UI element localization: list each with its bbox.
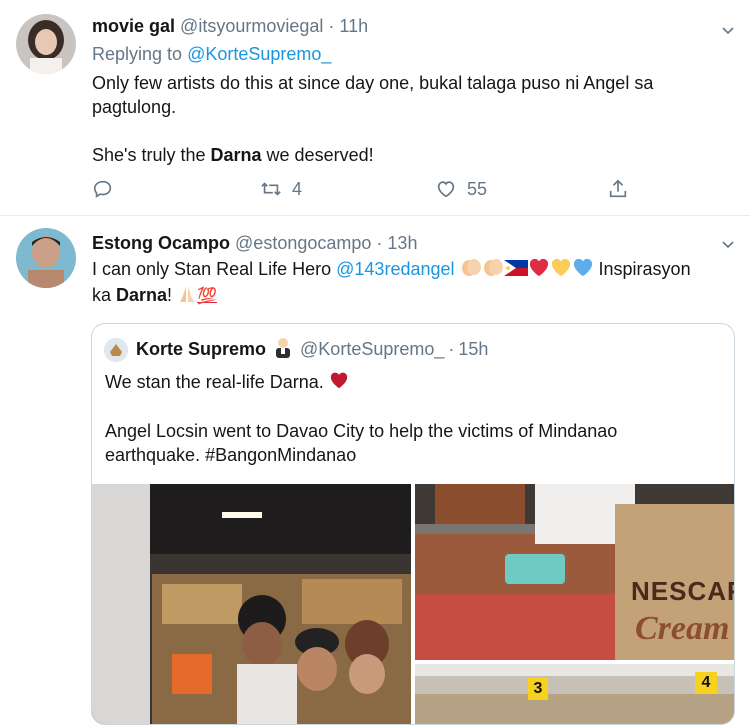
avatar[interactable] [16, 228, 76, 288]
reply-button[interactable] [92, 178, 114, 200]
bold-darna: Darna [210, 145, 262, 165]
folded-hands-icon [177, 284, 197, 310]
handle[interactable]: @itsyourmoviegal [180, 16, 323, 36]
retweet-count: 4 [292, 178, 303, 199]
display-name[interactable]: Estong Ocampo [92, 233, 230, 253]
retweet-button[interactable]: 4 [260, 178, 302, 200]
separator: · [328, 16, 335, 36]
photo-desk[interactable]: NESCAFE Cream [415, 484, 734, 660]
box-brand-label: NESCAFE [631, 576, 734, 606]
like-count: 55 [467, 178, 488, 199]
bold-darna: Darna [116, 285, 168, 306]
tweet-movie-gal[interactable]: movie gal @itsyourmoviegal · 11h Replyin… [0, 0, 750, 216]
share-button[interactable] [607, 178, 629, 200]
quoted-avatar[interactable] [104, 337, 128, 362]
replying-to: Replying to @KorteSupremo_ [92, 44, 331, 65]
aisle-sign-4: 4 [695, 672, 717, 694]
tweet-estong-ocampo[interactable]: Estong Ocampo @estongocampo · 13h I can … [0, 216, 750, 725]
timestamp[interactable]: 11h [339, 16, 368, 36]
yellow-heart-icon [550, 257, 572, 283]
clapping-hands-icon [482, 257, 504, 283]
avatar[interactable] [16, 14, 76, 74]
tweet-actions: 4 55 [92, 178, 632, 204]
photo-grocery[interactable]: 3 4 [415, 664, 734, 724]
red-heart-icon [329, 371, 349, 395]
judge-icon [272, 336, 294, 363]
replying-to-label: Replying to [92, 44, 183, 64]
handle[interactable]: @estongocampo [235, 233, 371, 253]
tweet-text-line: She's truly the Darna we deserved! [92, 145, 374, 165]
hundred-points-icon: 💯 [197, 287, 217, 305]
display-name[interactable]: movie gal [92, 16, 175, 36]
separator: · [376, 233, 383, 253]
tweet-text: I can only Stan Real Life Hero @143redan… [92, 257, 742, 310]
chevron-down-icon[interactable] [720, 236, 736, 252]
reply-icon [93, 180, 112, 198]
photo-warehouse[interactable] [92, 484, 411, 724]
quoted-text-line: We stan the real-life Darna. [105, 370, 705, 395]
clapping-hands-icon [460, 257, 482, 283]
aisle-sign-3: 3 [528, 678, 548, 700]
tweet-text: Only few artists do this at since day on… [92, 71, 722, 167]
philippines-flag-icon [503, 258, 528, 282]
heart-icon [437, 181, 455, 198]
tweet-text-line: ka Darna! 💯 [92, 283, 742, 309]
share-icon [609, 179, 627, 198]
blue-heart-icon [572, 257, 594, 283]
red-heart-icon [528, 257, 550, 283]
quoted-tweet[interactable]: Korte Supremo @KorteSupremo_ · 15h We st… [91, 323, 735, 725]
tweet-text-line: I can only Stan Real Life Hero @143redan… [92, 257, 742, 283]
like-button[interactable]: 55 [435, 178, 487, 200]
timestamp[interactable]: 13h [387, 233, 417, 253]
quoted-handle[interactable]: @KorteSupremo_ [300, 339, 444, 360]
quoted-text-line: Angel Locsin went to Davao City to help … [105, 421, 618, 466]
quoted-display-name[interactable]: Korte Supremo [136, 339, 266, 360]
tweet-text-line: Only few artists do this at since day on… [92, 73, 654, 117]
mention-link[interactable]: @143redangel [336, 259, 454, 279]
separator: · [448, 339, 455, 359]
retweet-icon [261, 182, 281, 196]
quoted-timestamp[interactable]: 15h [458, 339, 488, 360]
replying-to-link[interactable]: @KorteSupremo_ [187, 44, 331, 64]
quoted-text: We stan the real-life Darna. Angel Locsi… [105, 370, 705, 467]
box-sub-label: Cream [635, 610, 730, 647]
chevron-down-icon[interactable] [720, 22, 736, 38]
